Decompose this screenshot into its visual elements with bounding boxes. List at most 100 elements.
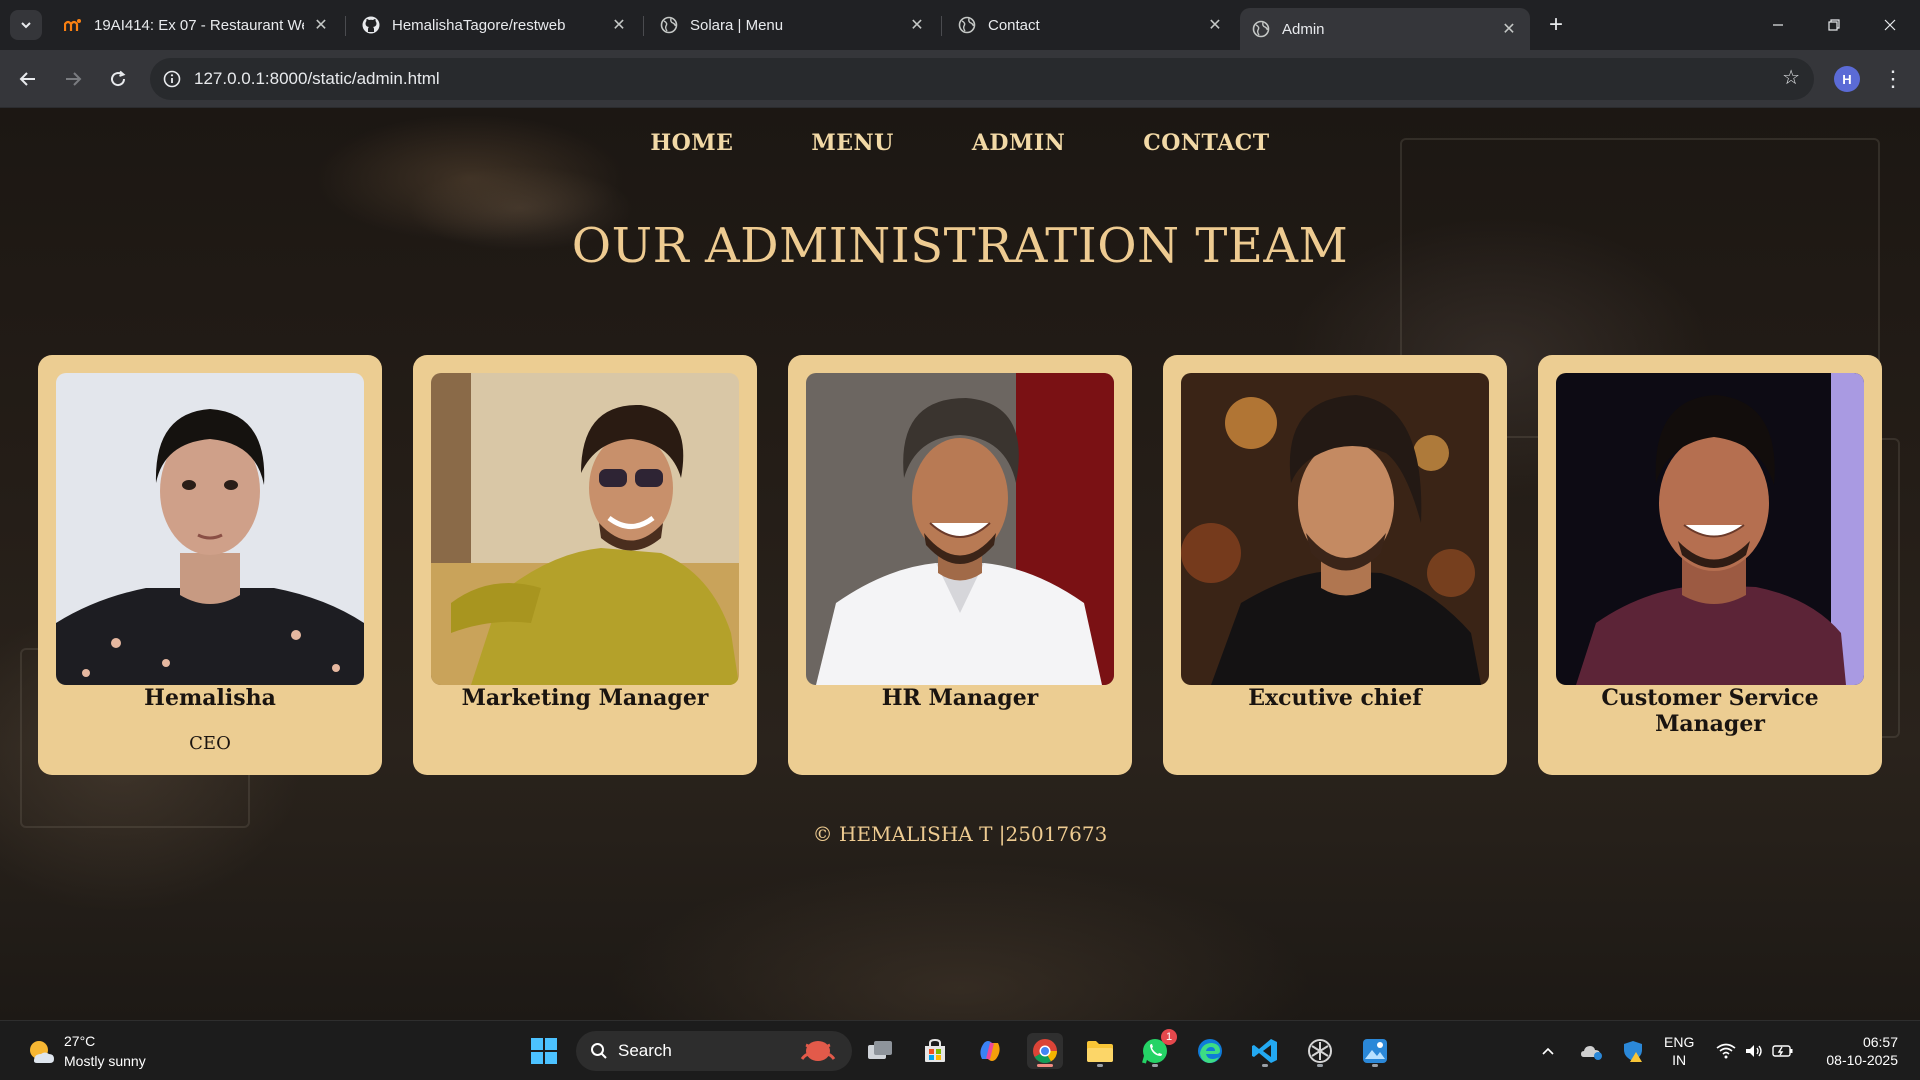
arrow-right-icon (66, 72, 82, 86)
region-code: IN (1672, 1052, 1687, 1068)
running-indicator (1317, 1064, 1323, 1067)
team-card: Hemalisha CEO (38, 355, 382, 775)
input-language[interactable]: ENG IN (1664, 1033, 1694, 1069)
site-navigation: HOME MENU ADMIN CONTACT (0, 130, 1920, 156)
file-explorer-button[interactable] (1082, 1033, 1118, 1069)
tab-contact[interactable]: Contact ✕ (946, 8, 1236, 42)
nav-link-contact[interactable]: CONTACT (1143, 130, 1269, 156)
chrome-taskbar-button[interactable] (1027, 1033, 1063, 1069)
shield-warning-icon (1624, 1041, 1642, 1062)
tab-admin[interactable]: Admin ✕ (1240, 8, 1530, 50)
windows-logo-icon (531, 1038, 557, 1064)
nav-link-home[interactable]: HOME (650, 130, 733, 156)
tab-solara-menu[interactable]: Solara | Menu ✕ (648, 8, 938, 42)
search-icon (591, 1043, 607, 1059)
nav-link-admin[interactable]: ADMIN (972, 130, 1065, 156)
tab-search-button[interactable] (10, 10, 42, 40)
page-viewport: HOME MENU ADMIN CONTACT OUR ADMINISTRATI… (0, 108, 1920, 1020)
language-code: ENG (1664, 1034, 1695, 1050)
wifi-icon (1716, 1043, 1736, 1059)
team-card: Marketing Manager (413, 355, 757, 775)
forward-button[interactable] (55, 61, 91, 97)
globe-icon (958, 16, 976, 34)
bookmark-star-icon[interactable]: ☆ (1782, 68, 1800, 88)
team-member-name: Customer Service Manager (1601, 685, 1819, 737)
weather-sunny-icon[interactable] (26, 1037, 56, 1067)
close-tab-icon[interactable]: ✕ (1206, 16, 1224, 34)
weather-temperature[interactable]: 27°C (64, 1033, 95, 1049)
vscode-icon (1252, 1039, 1277, 1063)
photos-button[interactable] (1357, 1033, 1393, 1069)
close-tab-icon[interactable]: ✕ (1500, 20, 1518, 38)
weather-description[interactable]: Mostly sunny (64, 1053, 146, 1069)
copilot-icon (980, 1041, 1000, 1061)
battery-charging-icon (1772, 1045, 1793, 1057)
browser-tab-bar: 19AI414: Ex 07 - Restaurant We ✕ Hemalis… (0, 0, 1920, 50)
chrome-icon (1033, 1039, 1057, 1064)
start-button[interactable] (526, 1033, 562, 1069)
chevron-down-icon (21, 22, 31, 29)
page-footer: © HEMALISHA T |25017673 (812, 822, 1108, 846)
search-highlight-icon (800, 1041, 836, 1061)
nav-link-menu[interactable]: MENU (811, 130, 893, 156)
onedrive-tray[interactable] (1580, 1021, 1604, 1080)
tab-separator (643, 16, 644, 36)
active-indicator (1037, 1064, 1053, 1067)
browser-toolbar: 127.0.0.1:8000/static/admin.html ☆ H ⋮ (0, 50, 1920, 108)
tab-title: 19AI414: Ex 07 - Restaurant We (94, 16, 304, 34)
security-tray[interactable] (1622, 1021, 1644, 1080)
onedrive-icon (1581, 1046, 1602, 1060)
microsoft-store-button[interactable] (917, 1033, 953, 1069)
tab-title: HemalishaTagore/restweb (392, 16, 566, 34)
network-volume-battery-tray[interactable] (1716, 1021, 1794, 1080)
github-icon (362, 16, 380, 34)
running-indicator (1097, 1064, 1103, 1067)
task-view-button[interactable] (862, 1033, 898, 1069)
tab-separator (941, 16, 942, 36)
restore-button[interactable] (1806, 0, 1862, 50)
team-member-role: CEO (189, 733, 231, 754)
tab-title: Solara | Menu (690, 16, 784, 34)
team-member-name: HR Manager (881, 685, 1039, 711)
whatsapp-button[interactable]: 1 (1137, 1029, 1177, 1069)
profile-avatar[interactable]: H (1834, 66, 1860, 92)
edge-button[interactable] (1192, 1033, 1228, 1069)
tab-github[interactable]: HemalishaTagore/restweb ✕ (350, 8, 640, 42)
store-icon (925, 1038, 945, 1062)
url-text[interactable]: 127.0.0.1:8000/static/admin.html (194, 69, 440, 89)
notification-badge: 1 (1161, 1029, 1177, 1045)
folder-icon (1087, 1041, 1113, 1062)
team-member-name: Excutive chief (1248, 685, 1422, 711)
site-info-icon[interactable] (150, 70, 194, 88)
team-member-photo (431, 373, 739, 685)
team-member-photo (806, 373, 1114, 685)
edge-icon (1198, 1039, 1222, 1063)
tab-title: Admin (1282, 20, 1325, 38)
address-bar[interactable]: 127.0.0.1:8000/static/admin.html ☆ (150, 58, 1814, 100)
close-tab-icon[interactable]: ✕ (908, 16, 926, 34)
task-view-icon (868, 1041, 892, 1059)
chatgpt-button[interactable] (1302, 1033, 1338, 1069)
new-tab-button[interactable]: + (1540, 10, 1572, 40)
close-tab-icon[interactable]: ✕ (610, 16, 628, 34)
vscode-button[interactable] (1247, 1033, 1283, 1069)
photos-icon (1363, 1039, 1387, 1063)
reload-button[interactable] (100, 61, 136, 97)
team-card: Excutive chief (1163, 355, 1507, 775)
browser-menu-icon[interactable]: ⋮ (1880, 62, 1906, 96)
clock-time: 06:57 (1862, 1034, 1898, 1050)
back-button[interactable] (10, 61, 46, 97)
copilot-button[interactable] (972, 1033, 1008, 1069)
close-tab-icon[interactable]: ✕ (312, 16, 330, 34)
minimize-button[interactable] (1750, 0, 1806, 50)
search-label: Search (618, 1041, 672, 1060)
system-clock[interactable]: 06:57 08-10-2025 (1826, 1033, 1898, 1069)
tab-title: Contact (988, 16, 1040, 34)
team-member-name: Marketing Manager (461, 685, 709, 711)
show-hidden-icons[interactable] (1540, 1021, 1556, 1080)
close-window-button[interactable] (1862, 0, 1918, 50)
running-indicator (1262, 1064, 1268, 1067)
taskbar-search-box[interactable]: Search (576, 1031, 852, 1071)
tab-restaurant-exercise[interactable]: 19AI414: Ex 07 - Restaurant We ✕ (52, 8, 342, 42)
globe-icon (1252, 20, 1270, 38)
